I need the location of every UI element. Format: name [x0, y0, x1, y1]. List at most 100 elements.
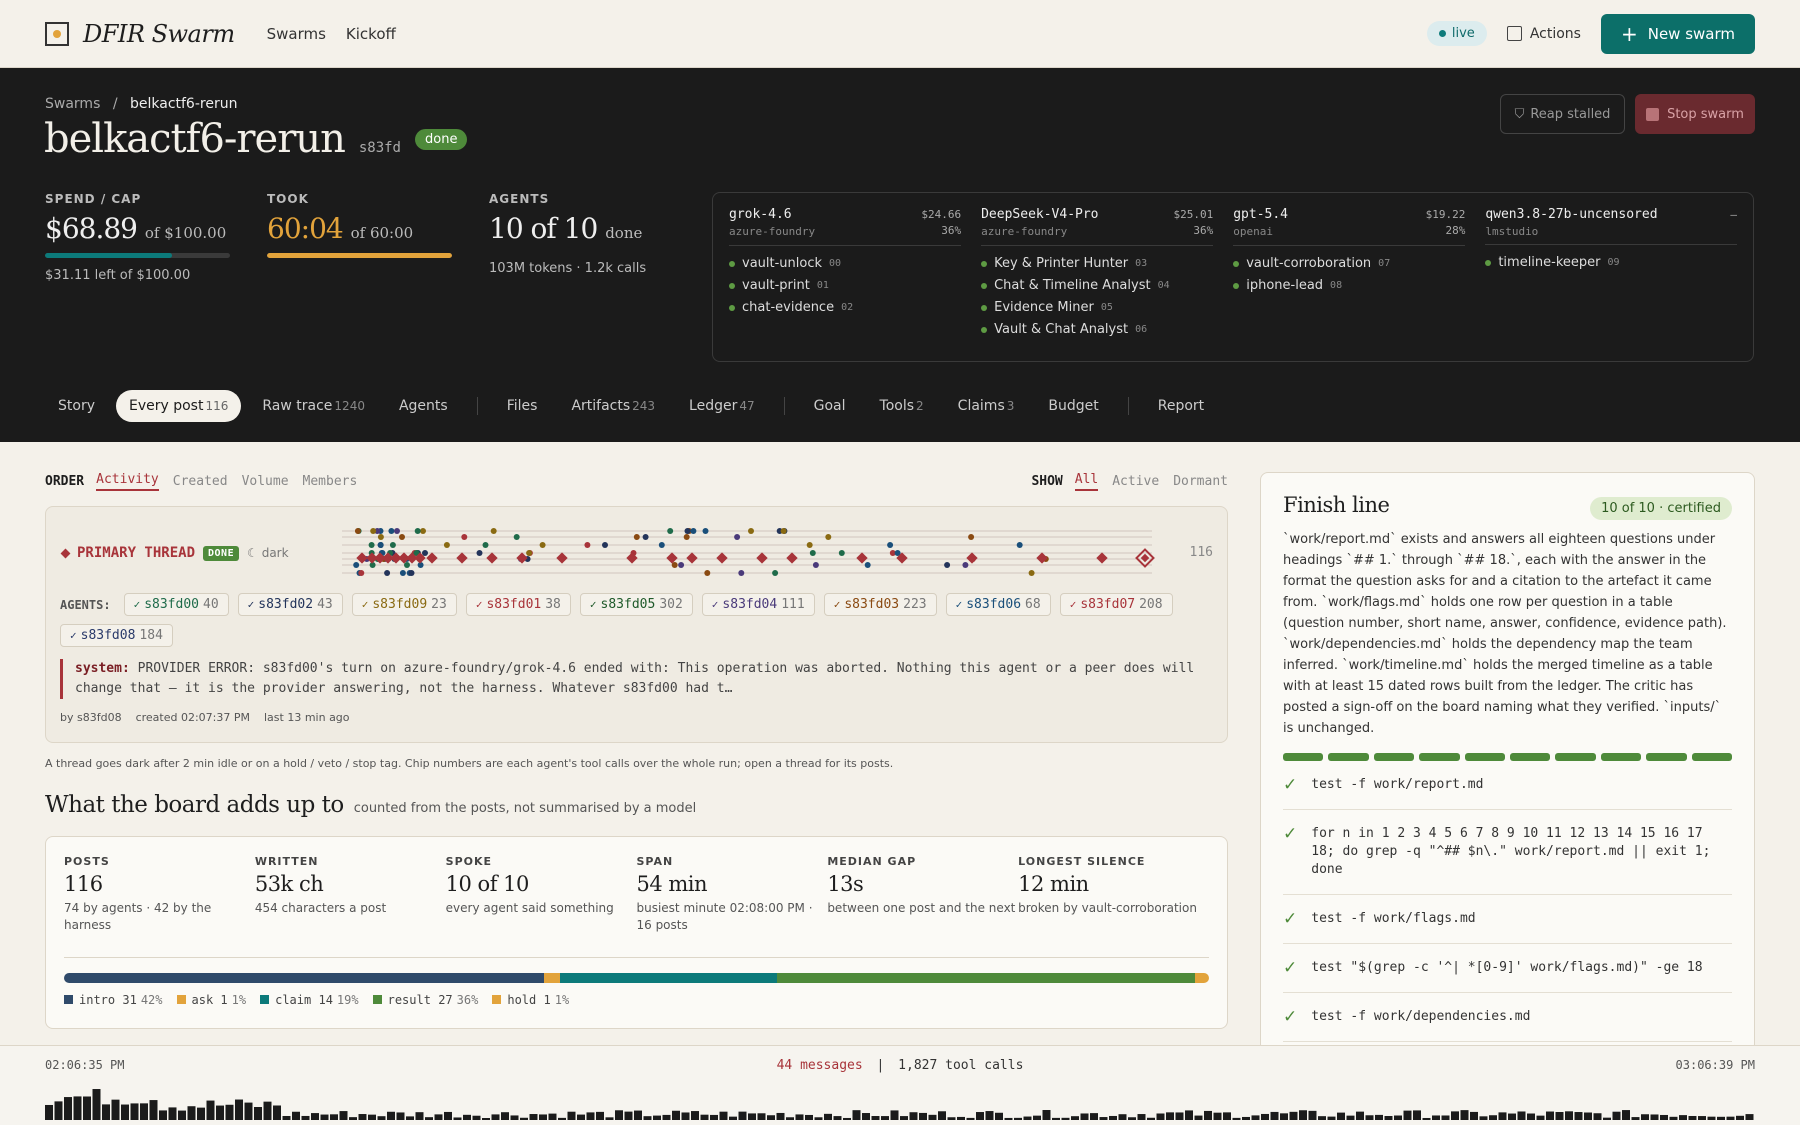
- agent-item[interactable]: Key & Printer Hunter 03: [981, 256, 1213, 271]
- histogram-bar: [415, 1112, 424, 1120]
- finish-checks: ✓ test -f work/report.md ✓ for n in 1 2 3 4…: [1283, 761, 1732, 1042]
- agent-chip-count: 40: [203, 597, 219, 612]
- metric-span: SPAN 54 min busiest minute 02:08:00 PM · 1…: [636, 855, 827, 934]
- stop-swarm-button[interactable]: Stop swarm: [1635, 94, 1755, 134]
- agent-item[interactable]: Evidence Miner 05: [981, 300, 1213, 315]
- agent-chip[interactable]: ✓ s83fd02 43: [237, 593, 343, 616]
- histogram-bar: [938, 1111, 946, 1120]
- agent-chip-id: s83fd06: [966, 597, 1022, 612]
- new-swarm-button[interactable]: + New swarm: [1600, 13, 1755, 54]
- agent-chip-count: 23: [431, 597, 447, 612]
- nav-kickoff[interactable]: Kickoff: [346, 25, 396, 43]
- legend-count: 27: [438, 993, 453, 1007]
- finish-check: ✓ test "$(grep -c '^| *[0-9]' work/flags.…: [1283, 944, 1732, 993]
- agent-item[interactable]: iphone-lead 08: [1233, 278, 1465, 293]
- histogram-bar: [748, 1113, 756, 1120]
- dark-label: dark: [261, 546, 289, 560]
- order-activity[interactable]: Activity: [96, 472, 159, 491]
- agent-name: Chat & Timeline Analyst: [994, 278, 1151, 293]
- histogram-bar: [1299, 1110, 1307, 1120]
- board-heading: What the board adds up to counted from t…: [45, 792, 696, 818]
- tab-report[interactable]: Report: [1145, 390, 1217, 422]
- agent-chip[interactable]: ✓ s83fd03 223: [823, 593, 937, 616]
- thread-post-count: 116: [1189, 545, 1213, 560]
- tab-tools[interactable]: Tools 2: [867, 390, 937, 422]
- timeline-dot: [388, 528, 395, 534]
- thread-card[interactable]: PRIMARY THREAD DONE ☾ dark 116 AGENTS: ✓…: [45, 506, 1228, 743]
- nav-swarms[interactable]: Swarms: [267, 25, 326, 43]
- finish-segment: [1419, 753, 1460, 761]
- tab-label: Files: [506, 398, 538, 414]
- model-name: gpt-5.4: [1233, 207, 1289, 222]
- agent-chip-id: s83fd02: [258, 597, 314, 612]
- tab-bar: Story Every post 116 Raw trace 1240 Agents Fil…: [45, 390, 1217, 422]
- agent-item[interactable]: timeline-keeper 09: [1485, 255, 1737, 270]
- order-created[interactable]: Created: [173, 474, 228, 489]
- metric-desc: 454 characters a post: [254, 901, 387, 915]
- status-dot-icon: [981, 304, 988, 311]
- message-created: created 02:07:37 PM: [135, 711, 250, 724]
- agent-chip[interactable]: ✓ s83fd08 184: [60, 624, 173, 647]
- actions-button[interactable]: Actions: [1506, 26, 1581, 42]
- status-dot-icon: [981, 282, 988, 289]
- agent-item[interactable]: Vault & Chat Analyst 06: [981, 322, 1213, 337]
- model-name: DeepSeek-V4-Pro: [981, 207, 1099, 222]
- tab-story[interactable]: Story: [45, 390, 108, 422]
- agent-item[interactable]: Chat & Timeline Analyst 04: [981, 278, 1213, 293]
- tab-every-post[interactable]: Every post 116: [115, 390, 242, 422]
- agent-chip[interactable]: ✓ s83fd04 111: [701, 593, 815, 616]
- spend-cap: of $100.00: [144, 224, 227, 242]
- agent-chip[interactable]: ✓ s83fd07 208: [1059, 593, 1173, 616]
- spend-left: $31.11 left of $100.00: [45, 268, 191, 283]
- agent-chip[interactable]: ✓ s83fd05 302: [579, 593, 693, 616]
- agent-chip[interactable]: ✓ s83fd09 23: [351, 593, 457, 616]
- histogram-bar: [1204, 1110, 1212, 1120]
- reap-stalled-button[interactable]: ⛉ Reap stalled: [1500, 94, 1625, 134]
- histogram-bar: [273, 1105, 281, 1120]
- tab-raw-trace[interactable]: Raw trace 1240: [249, 390, 378, 422]
- check-command: test -f work/report.md: [1311, 777, 1484, 792]
- show-dormant[interactable]: Dormant: [1173, 474, 1228, 489]
- finish-check: ✓ test -f work/report.md: [1283, 761, 1732, 810]
- agent-item[interactable]: chat-evidence 02: [729, 300, 961, 315]
- timeline-dot: [1028, 570, 1035, 576]
- agent-item[interactable]: vault-corroboration 07: [1233, 256, 1465, 271]
- tab-ledger[interactable]: Ledger 47: [676, 390, 768, 422]
- show-all[interactable]: All: [1074, 472, 1099, 491]
- strip-messages: 44 messages: [776, 1058, 863, 1073]
- agent-num: 08: [1330, 280, 1343, 291]
- timeline-dot: [399, 534, 405, 540]
- breadcrumb-root[interactable]: Swarms: [45, 96, 100, 112]
- histogram-bar: [900, 1116, 908, 1120]
- model-share: 36%: [1193, 224, 1214, 237]
- agent-chip[interactable]: ✓ s83fd01 38: [465, 593, 571, 616]
- app-title[interactable]: DFIR Swarm: [83, 20, 235, 48]
- tab-goal[interactable]: Goal: [801, 390, 859, 422]
- show-active[interactable]: Active: [1112, 474, 1159, 489]
- tab-artifacts[interactable]: Artifacts 243: [558, 390, 668, 422]
- agent-chip[interactable]: ✓ s83fd06 68: [945, 593, 1051, 616]
- histogram-bar: [263, 1101, 272, 1120]
- tab-files[interactable]: Files: [494, 390, 551, 422]
- tab-count: 1240: [334, 399, 365, 413]
- order-members[interactable]: Members: [303, 474, 358, 489]
- model-name: qwen3.8-27b-uncensored: [1485, 207, 1658, 222]
- tab-claims[interactable]: Claims 3: [945, 390, 1028, 422]
- legend-pct: 1%: [231, 993, 247, 1007]
- agent-item[interactable]: vault-print 01: [729, 278, 961, 293]
- thread-dark-indicator: ☾ dark: [247, 546, 288, 560]
- board-summary: POSTS 116 74 by agents · 42 by the harness…: [45, 836, 1228, 1029]
- tab-agents[interactable]: Agents: [386, 390, 461, 422]
- histogram-bar: [586, 1112, 595, 1120]
- top-bar: DFIR Swarm Swarms Kickoff live Actions +…: [0, 0, 1800, 68]
- histogram-bar: [947, 1117, 956, 1120]
- reap-label: Reap stalled: [1530, 106, 1611, 122]
- agent-chip[interactable]: ✓ s83fd00 40: [123, 593, 229, 616]
- tab-budget[interactable]: Budget: [1035, 390, 1111, 422]
- agent-name: Key & Printer Hunter: [994, 256, 1129, 271]
- histogram-bar: [1099, 1117, 1108, 1120]
- order-volume[interactable]: Volume: [242, 474, 289, 489]
- agent-item[interactable]: vault-unlock 00: [729, 256, 961, 271]
- histogram-bar: [1270, 1111, 1279, 1120]
- histogram-bar: [776, 1112, 785, 1120]
